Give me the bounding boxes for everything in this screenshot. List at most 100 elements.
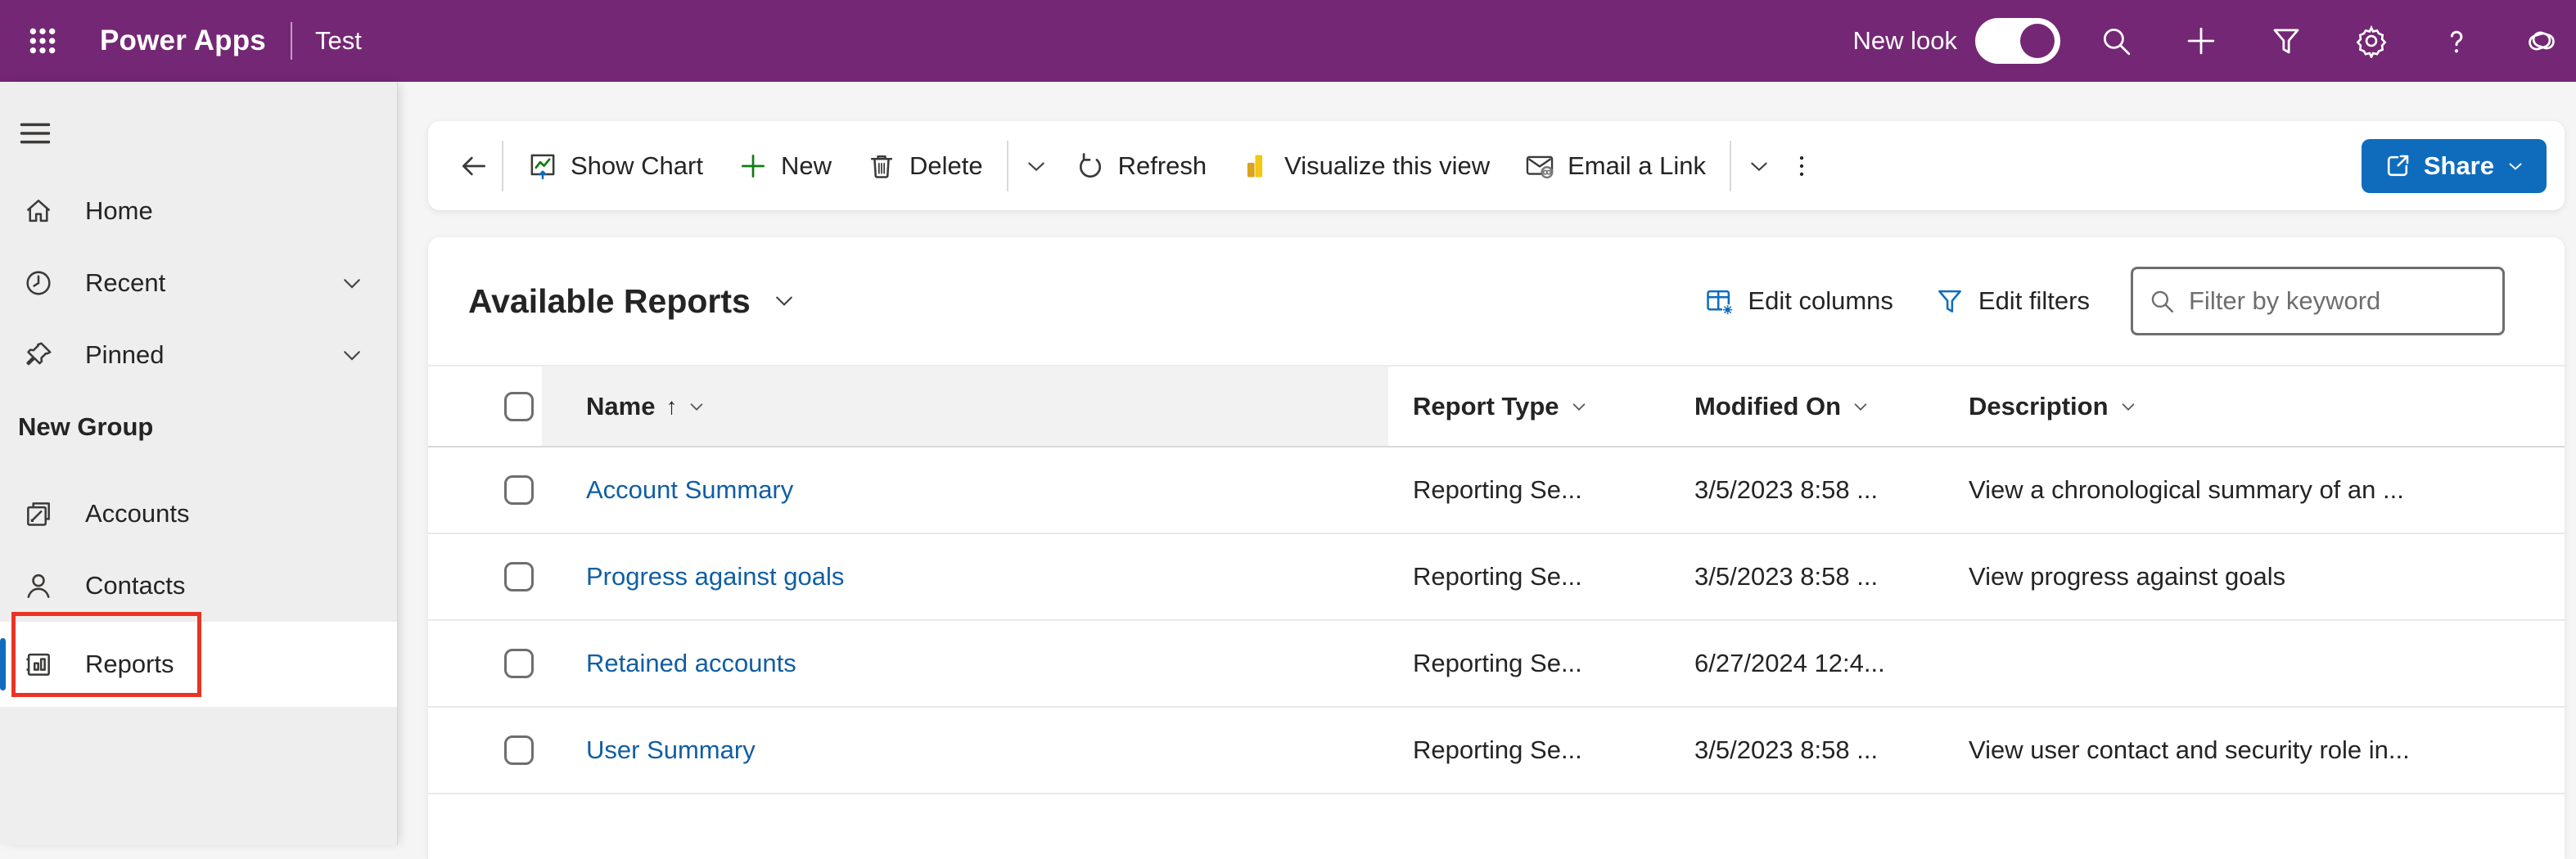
edit-filters-button[interactable]: Edit filters	[1934, 286, 2090, 317]
report-type-cell: Reporting Se...	[1388, 708, 1670, 793]
table-row[interactable]: User Summary Reporting Se... 3/5/2023 8:…	[428, 708, 2565, 794]
share-icon	[2383, 151, 2412, 181]
refresh-label: Refresh	[1118, 151, 1207, 181]
column-header-report-type[interactable]: Report Type	[1388, 367, 1670, 446]
sidebar-item-contacts[interactable]: Contacts	[0, 550, 397, 622]
grid-view: Available Reports Edit columns	[428, 237, 2565, 859]
column-header-name[interactable]: Name ↑	[542, 367, 1388, 446]
sidebar-item-recent[interactable]: Recent	[0, 247, 397, 319]
chevron-down-icon	[1023, 153, 1049, 179]
sidebar-item-label: Reports	[85, 650, 174, 679]
sidebar-item-pinned[interactable]: Pinned	[0, 319, 397, 391]
modified-on-cell: 6/27/2024 12:4...	[1670, 621, 1944, 706]
chevron-down-icon[interactable]	[340, 343, 364, 367]
select-all-checkbox[interactable]	[504, 392, 534, 421]
waffle-menu-button[interactable]	[20, 18, 65, 64]
copilot-button[interactable]	[2519, 18, 2565, 64]
refresh-button[interactable]: Refresh	[1058, 137, 1225, 196]
table-row[interactable]: Account Summary Reporting Se... 3/5/2023…	[428, 447, 2565, 534]
chevron-down-icon	[772, 289, 796, 313]
chevron-down-icon[interactable]	[2119, 398, 2137, 416]
app-name[interactable]: Test	[315, 26, 362, 56]
settings-button[interactable]	[2348, 18, 2394, 64]
sidebar-item-home[interactable]: Home	[0, 175, 397, 247]
edit-filters-label: Edit filters	[1978, 286, 2090, 316]
chevron-down-icon[interactable]	[340, 271, 364, 295]
column-header-label: Description	[1969, 392, 2109, 421]
chevron-down-icon[interactable]	[1852, 398, 1870, 416]
new-look-toggle[interactable]	[1975, 18, 2060, 64]
sidebar-item-label: Pinned	[85, 340, 165, 370]
edit-columns-label: Edit columns	[1748, 286, 1893, 316]
new-label: New	[781, 151, 832, 181]
sidebar: Home Recent Pinned New Gr	[0, 82, 398, 845]
add-icon	[738, 151, 769, 182]
keyword-filter-input[interactable]	[2189, 286, 2488, 316]
sidebar-item-accounts[interactable]: Accounts	[0, 478, 397, 550]
show-chart-button[interactable]: Show Chart	[510, 137, 720, 196]
report-name-link[interactable]: Retained accounts	[586, 649, 796, 678]
report-name-link[interactable]: User Summary	[586, 735, 756, 765]
edit-filters-icon	[1934, 286, 1965, 317]
show-chart-label: Show Chart	[571, 151, 703, 181]
row-checkbox[interactable]	[504, 475, 534, 505]
command-overflow-chevron-2[interactable]	[1738, 137, 1780, 196]
add-icon	[2184, 24, 2218, 58]
sidebar-item-label: Accounts	[85, 499, 190, 528]
pin-icon	[23, 340, 54, 371]
sidebar-item-reports[interactable]: Reports	[0, 622, 397, 707]
header-checkbox-cell	[428, 367, 542, 446]
help-button[interactable]	[2434, 18, 2479, 64]
description-cell: View a chronological summary of an ...	[1944, 447, 2565, 533]
header-divider	[291, 22, 292, 60]
command-overflow-chevron[interactable]	[1015, 137, 1058, 196]
back-button[interactable]	[453, 137, 495, 196]
view-selector[interactable]: Available Reports	[468, 282, 796, 321]
delete-label: Delete	[909, 151, 983, 181]
column-header-label: Modified On	[1694, 392, 1841, 421]
copilot-icon	[2524, 23, 2560, 59]
command-divider	[502, 141, 503, 191]
refresh-icon	[1075, 151, 1106, 182]
share-button[interactable]: Share	[2362, 139, 2547, 193]
hamburger-menu-button[interactable]	[15, 115, 56, 152]
add-button[interactable]	[2178, 18, 2224, 64]
row-checkbox[interactable]	[504, 735, 534, 765]
edit-columns-button[interactable]: Edit columns	[1703, 286, 1893, 317]
report-name-link[interactable]: Account Summary	[586, 475, 793, 505]
keyword-filter-box[interactable]	[2131, 267, 2505, 335]
description-cell: View user contact and security role in..…	[1944, 708, 2565, 793]
sidebar-group-label: New Group	[18, 412, 153, 442]
email-link-button[interactable]: Email a Link	[1507, 137, 1723, 196]
sidebar-item-label: Recent	[85, 268, 165, 298]
search-button[interactable]	[2093, 18, 2139, 64]
show-chart-icon	[527, 151, 558, 182]
new-button[interactable]: New	[720, 137, 849, 196]
search-icon	[2148, 287, 2176, 315]
delete-button[interactable]: Delete	[849, 137, 1000, 196]
report-type-cell: Reporting Se...	[1388, 534, 1670, 619]
sidebar-group-nav: Accounts Contacts Reports	[0, 478, 397, 707]
email-link-label: Email a Link	[1568, 151, 1706, 181]
visualize-view-button[interactable]: Visualize this view	[1224, 137, 1507, 196]
sidebar-item-label: Contacts	[85, 571, 185, 600]
chevron-down-icon[interactable]	[688, 398, 706, 416]
more-commands-button[interactable]	[1780, 137, 1823, 196]
app-brand: Power Apps	[100, 25, 266, 57]
column-header-description[interactable]: Description	[1944, 367, 2565, 446]
report-name-link[interactable]: Progress against goals	[586, 562, 844, 591]
contacts-icon	[23, 570, 54, 601]
accounts-icon	[23, 498, 54, 529]
chevron-down-icon[interactable]	[1570, 398, 1588, 416]
filter-button[interactable]	[2263, 18, 2309, 64]
search-icon	[2099, 24, 2133, 58]
row-checkbox[interactable]	[504, 649, 534, 678]
home-icon	[23, 196, 54, 227]
table-row[interactable]: Progress against goals Reporting Se... 3…	[428, 534, 2565, 621]
reports-icon	[23, 649, 54, 680]
column-header-modified-on[interactable]: Modified On	[1670, 367, 1944, 446]
table-row[interactable]: Retained accounts Reporting Se... 6/27/2…	[428, 621, 2565, 708]
edit-columns-icon	[1703, 286, 1735, 317]
row-checkbox[interactable]	[504, 562, 534, 591]
description-cell: View progress against goals	[1944, 534, 2565, 619]
